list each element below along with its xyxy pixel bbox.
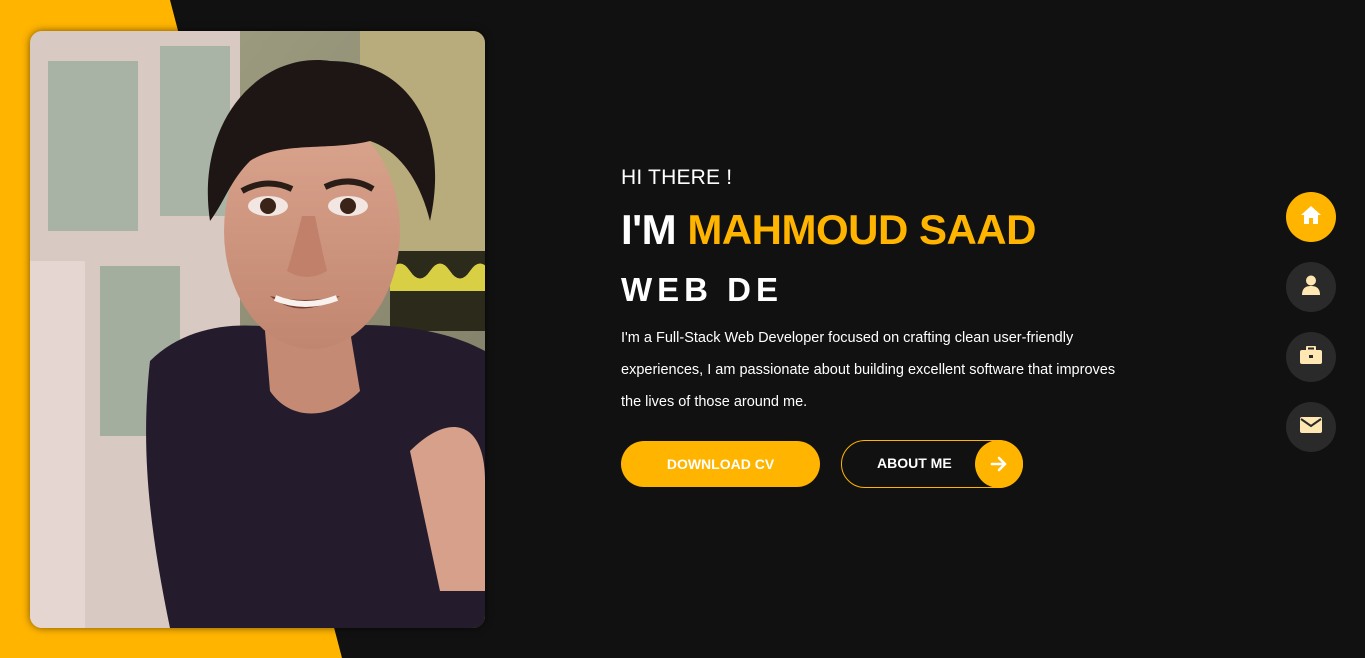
about-me-button[interactable]: ABOUT ME [841,440,1023,488]
nav-home-button[interactable] [1286,192,1336,242]
hero-headline: I'M MAHMOUD SAAD [621,202,1181,258]
profile-photo [30,31,485,628]
hero-buttons: DOWNLOAD CV ABOUT ME [621,440,1181,488]
briefcase-icon [1300,345,1322,369]
nav-portfolio-button[interactable] [1286,332,1336,382]
bio-text: I'm a Full-Stack Web Developer focused o… [621,330,1116,410]
headline-prefix: I'M [621,206,677,253]
user-icon [1302,275,1320,300]
home-icon [1300,205,1322,230]
typed-role-text: WEB DE [621,271,783,308]
download-cv-button[interactable]: DOWNLOAD CV [621,441,820,487]
greeting-text: HI THERE ! [621,166,733,189]
side-navigation [1286,192,1336,472]
nav-about-button[interactable] [1286,262,1336,312]
arrow-right-icon [975,440,1023,488]
nav-contact-button[interactable] [1286,402,1336,452]
hero-name: MAHMOUD SAAD [687,206,1036,253]
hero-content: HI THERE ! I'M MAHMOUD SAAD WEB DE I'm a… [621,162,1181,488]
download-cv-label: DOWNLOAD CV [666,456,775,472]
home-page: HI THERE ! I'M MAHMOUD SAAD WEB DE I'm a… [0,0,1365,658]
about-me-label: ABOUT ME [877,455,952,471]
envelope-icon [1300,416,1322,438]
